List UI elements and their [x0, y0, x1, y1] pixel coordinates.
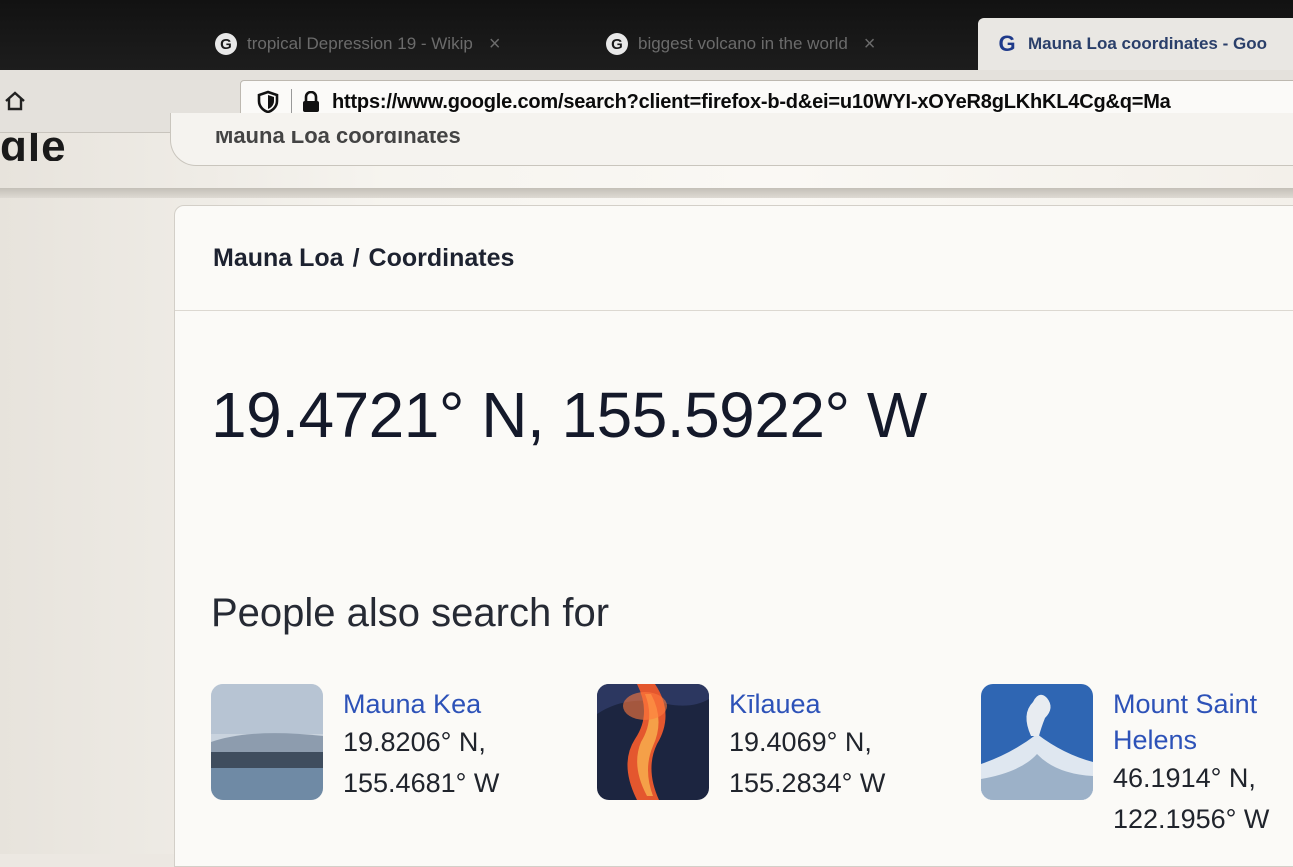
tab-title: tropical Depression 19 - Wikip: [247, 34, 473, 53]
urlbar-divider: [291, 89, 292, 115]
tab-title: biggest volcano in the world: [638, 34, 848, 53]
google-logo[interactable]: gle: [0, 133, 67, 161]
search-box[interactable]: Mauna Loa coordinates: [170, 113, 1293, 166]
lock-icon[interactable]: [302, 91, 320, 113]
tab-close-icon[interactable]: ×: [864, 33, 876, 56]
entity-latitude: 19.4069° N,: [729, 727, 872, 757]
entity-name[interactable]: Kīlauea: [729, 686, 885, 722]
related-entity-mauna-kea[interactable]: Mauna Kea 19.8206° N, 155.4681° W: [211, 684, 499, 804]
kilauea-thumbnail[interactable]: [597, 684, 709, 800]
search-results-page: gle Mauna Loa coordinates Mauna Loa / Coor…: [0, 113, 1293, 867]
google-favicon-icon: G: [998, 31, 1016, 56]
answer-card: Mauna Loa / Coordinates 19.4721° N, 155.59…: [174, 205, 1293, 867]
related-entity-kilauea[interactable]: Kīlauea 19.4069° N, 155.2834° W: [597, 684, 885, 804]
url-text[interactable]: https://www.google.com/search?client=fir…: [332, 91, 1171, 114]
search-query[interactable]: Mauna Loa coordinates: [215, 131, 461, 143]
tab-close-icon[interactable]: ×: [489, 33, 501, 56]
header-shadow: [0, 188, 1293, 198]
mount-saint-helens-thumbnail[interactable]: [981, 684, 1093, 800]
tab-strip: G tropical Depression 19 - Wikip × G big…: [0, 0, 1293, 70]
tab-mauna-loa-coordinates[interactable]: G Mauna Loa coordinates - Goo: [978, 18, 1293, 70]
tab-biggest-volcano[interactable]: G biggest volcano in the world ×: [606, 18, 966, 70]
breadcrumb-attribute: Coordinates: [368, 244, 515, 272]
home-icon[interactable]: [4, 90, 26, 112]
people-also-search-title: People also search for: [211, 591, 610, 635]
breadcrumb: Mauna Loa / Coordinates: [213, 244, 514, 273]
entity-name[interactable]: Mauna Kea: [343, 686, 499, 722]
entity-latitude: 46.1914° N,: [1113, 763, 1256, 793]
mauna-kea-thumbnail[interactable]: [211, 684, 323, 800]
entity-longitude: 122.1956° W: [1113, 804, 1270, 834]
card-header: Mauna Loa / Coordinates: [175, 206, 1293, 311]
entity-longitude: 155.4681° W: [343, 768, 500, 798]
entity-latitude: 19.8206° N,: [343, 727, 486, 757]
entity-name-line1[interactable]: Mount Saint: [1113, 686, 1269, 722]
shield-icon[interactable]: [257, 90, 279, 114]
tab-tropical-depression[interactable]: G tropical Depression 19 - Wikip ×: [215, 18, 575, 70]
entity-name-line2[interactable]: Helens: [1113, 722, 1269, 758]
entity-longitude: 155.2834° W: [729, 768, 886, 798]
related-entity-mount-saint-helens[interactable]: Mount Saint Helens 46.1914° N, 122.1956°…: [981, 684, 1269, 840]
tab-title: Mauna Loa coordinates - Goo: [1028, 34, 1267, 53]
coordinates-answer: 19.4721° N, 155.5922° W: [211, 379, 927, 451]
breadcrumb-separator: /: [352, 244, 360, 272]
google-favicon-icon: G: [606, 33, 628, 55]
google-favicon-icon: G: [215, 33, 237, 55]
breadcrumb-entity[interactable]: Mauna Loa: [213, 244, 344, 272]
